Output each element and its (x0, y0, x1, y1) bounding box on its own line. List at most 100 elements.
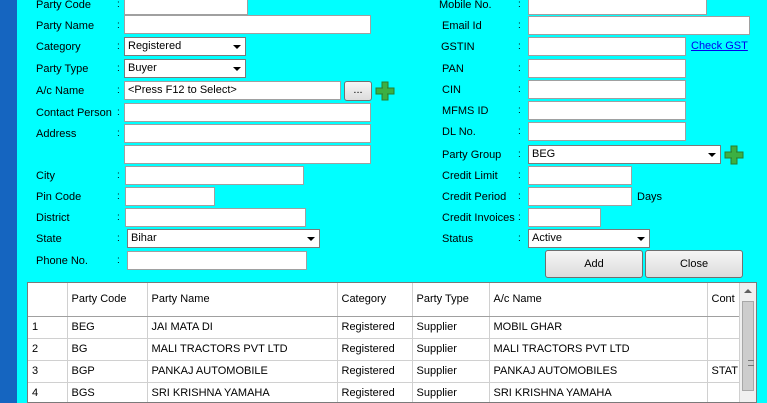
column-header[interactable]: A/c Name (489, 283, 708, 317)
district-input[interactable] (125, 208, 306, 227)
credit-period-input[interactable] (528, 187, 632, 206)
colon: : (518, 63, 521, 74)
contact-person-label: Contact Person (36, 107, 112, 119)
table-cell: MALI TRACTORS PVT LTD (147, 338, 338, 361)
table-cell (707, 316, 741, 339)
district-label: District (36, 212, 70, 224)
close-button[interactable]: Close (645, 250, 743, 278)
email-id-input[interactable] (528, 16, 750, 35)
pin-code-label: Pin Code (36, 191, 82, 203)
table-cell: 2 (28, 338, 68, 361)
state-select[interactable]: Bihar (127, 229, 320, 248)
colon: : (518, 191, 521, 202)
table-cell: BGP (67, 360, 148, 383)
column-header[interactable]: Party Name (147, 283, 338, 317)
table-cell: PANKAJ AUTOMOBILES (489, 360, 708, 383)
table-cell: Supplier (412, 338, 490, 361)
chevron-down-icon (708, 153, 716, 157)
colon: : (518, 105, 521, 116)
city-input[interactable] (125, 166, 304, 185)
column-header[interactable]: Party Code (67, 283, 148, 317)
add-account-icon[interactable] (375, 81, 395, 101)
table-cell: Registered (337, 316, 413, 339)
ac-name-browse-button[interactable]: ... (344, 81, 372, 101)
category-label: Category (36, 41, 81, 53)
state-label: State (36, 233, 62, 245)
status-select[interactable]: Active (528, 229, 650, 248)
colon: : (117, 170, 120, 181)
mfms-id-input[interactable] (528, 101, 686, 120)
dl-no-input[interactable] (528, 122, 686, 141)
state-value: Bihar (131, 232, 157, 244)
table-cell: Supplier (412, 360, 490, 383)
table-row[interactable]: 4 BGS SRI KRISHNA YAMAHA Registered Supp… (28, 382, 741, 402)
table-row[interactable]: 1 BEG JAI MATA DI Registered Supplier MO… (28, 316, 741, 339)
vertical-scrollbar[interactable] (739, 283, 756, 402)
colon: : (518, 212, 521, 223)
mobile-no-input[interactable] (528, 0, 707, 15)
gstin-input[interactable] (528, 37, 686, 56)
colon: : (117, 107, 120, 118)
table-cell: Registered (337, 338, 413, 361)
add-button[interactable]: Add (545, 250, 643, 278)
colon: : (117, 85, 120, 96)
phone-no-label: Phone No. (36, 255, 88, 267)
column-header[interactable]: Category (337, 283, 413, 317)
category-select[interactable]: Registered (124, 37, 246, 56)
party-group-select[interactable]: BEG (528, 145, 721, 164)
chevron-down-icon (233, 67, 241, 71)
credit-limit-label: Credit Limit (442, 170, 498, 182)
colon: : (518, 0, 521, 10)
city-label: City (36, 170, 55, 182)
column-header[interactable]: Party Type (412, 283, 490, 317)
dl-no-label: DL No. (442, 126, 476, 138)
colon: : (117, 233, 120, 244)
party-type-label: Party Type (36, 63, 89, 75)
party-grid[interactable]: Party Code Party Name Category Party Typ… (27, 282, 757, 403)
colon: : (518, 41, 521, 52)
table-cell: BG (67, 338, 148, 361)
pin-code-input[interactable] (125, 187, 215, 206)
check-gst-link[interactable]: Check GST (691, 40, 748, 52)
party-code-input[interactable] (124, 0, 248, 15)
address-line1-input[interactable] (124, 124, 371, 143)
table-row[interactable]: 2 BG MALI TRACTORS PVT LTD Registered Su… (28, 338, 741, 361)
party-group-label: Party Group (442, 149, 502, 161)
chevron-down-icon (637, 237, 645, 241)
party-type-value: Buyer (128, 62, 157, 74)
table-header-row: Party Code Party Name Category Party Typ… (28, 283, 741, 317)
pan-label: PAN (442, 63, 464, 75)
colon: : (518, 149, 521, 160)
party-table: Party Code Party Name Category Party Typ… (28, 283, 741, 402)
table-cell: BGS (67, 382, 148, 402)
table-cell: SRI KRISHNA YAMAHA (489, 382, 708, 402)
cin-label: CIN (442, 84, 461, 96)
colon: : (117, 212, 120, 223)
colon: : (518, 233, 521, 244)
cin-input[interactable] (528, 80, 686, 99)
table-cell: Registered (337, 360, 413, 383)
add-party-group-icon[interactable] (724, 145, 744, 165)
pan-input[interactable] (528, 59, 686, 78)
column-header[interactable]: Cont (707, 283, 741, 317)
party-group-value: BEG (532, 148, 556, 160)
table-cell (707, 382, 741, 402)
table-row[interactable]: 3 BGP PANKAJ AUTOMOBILE Registered Suppl… (28, 360, 741, 383)
table-cell: MALI TRACTORS PVT LTD (489, 338, 708, 361)
scroll-up-icon[interactable] (744, 289, 752, 293)
party-type-select[interactable]: Buyer (124, 59, 246, 78)
colon: : (117, 128, 120, 139)
party-name-input[interactable] (124, 15, 371, 34)
scrollbar-thumb[interactable] (742, 301, 754, 391)
ac-name-input[interactable]: <Press F12 to Select> (124, 81, 341, 100)
colon: : (117, 20, 120, 31)
credit-invoices-input[interactable] (528, 208, 601, 227)
table-cell: PANKAJ AUTOMOBILE (147, 360, 338, 383)
credit-limit-input[interactable] (528, 166, 632, 185)
party-code-label: Party Code (36, 0, 92, 11)
table-cell: JAI MATA DI (147, 316, 338, 339)
address-line2-input[interactable] (124, 145, 371, 164)
column-header (28, 283, 68, 317)
phone-no-input[interactable] (127, 251, 307, 270)
contact-person-input[interactable] (124, 103, 371, 122)
